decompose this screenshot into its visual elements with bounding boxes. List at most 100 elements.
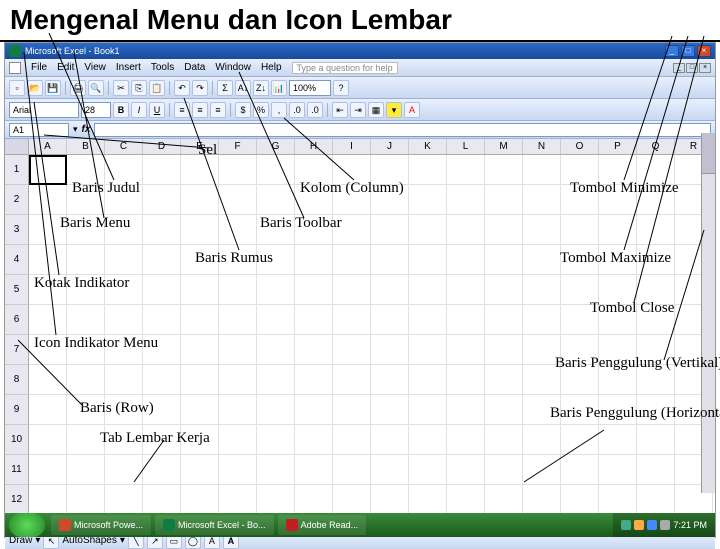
menubar: File Edit View Insert Tools Data Window … <box>5 59 715 77</box>
row-header[interactable]: 4 <box>5 245 29 275</box>
anno-minimize: Tombol Minimize <box>570 180 679 197</box>
preview-icon[interactable]: 🔍 <box>88 80 104 96</box>
col-header[interactable]: N <box>523 139 561 154</box>
formula-input[interactable] <box>94 123 711 137</box>
align-left-icon[interactable]: ≡ <box>174 102 190 118</box>
cell-active[interactable] <box>29 155 67 185</box>
row-header[interactable]: 7 <box>5 335 29 365</box>
name-box[interactable]: A1 <box>9 123 69 137</box>
col-header[interactable]: J <box>371 139 409 154</box>
menu-window[interactable]: Window <box>215 62 251 73</box>
help-search[interactable]: Type a question for help <box>292 62 398 74</box>
col-header[interactable]: K <box>409 139 447 154</box>
col-header[interactable]: A <box>29 139 67 154</box>
col-header[interactable]: L <box>447 139 485 154</box>
row-header[interactable]: 5 <box>5 275 29 305</box>
percent-icon[interactable]: % <box>253 102 269 118</box>
menu-view[interactable]: View <box>84 62 106 73</box>
col-header[interactable]: I <box>333 139 371 154</box>
row-header[interactable]: 9 <box>5 395 29 425</box>
col-header[interactable]: F <box>219 139 257 154</box>
help-icon[interactable]: ? <box>333 80 349 96</box>
mdi-minimize[interactable]: _ <box>673 63 685 73</box>
font-combo[interactable]: Arial <box>9 102 79 118</box>
column-headers: A B C D E F G H I J K L M N O P Q R <box>5 139 715 155</box>
maximize-button[interactable]: □ <box>681 45 695 57</box>
font-color-icon[interactable]: A <box>404 102 420 118</box>
minimize-button[interactable]: _ <box>665 45 679 57</box>
row-header[interactable]: 8 <box>5 365 29 395</box>
sum-icon[interactable]: Σ <box>217 80 233 96</box>
decimal-dec-icon[interactable]: .0 <box>307 102 323 118</box>
italic-icon[interactable]: I <box>131 102 147 118</box>
open-icon[interactable]: 📂 <box>27 80 43 96</box>
copy-icon[interactable]: ⎘ <box>131 80 147 96</box>
row-header[interactable]: 3 <box>5 215 29 245</box>
indent-inc-icon[interactable]: ⇥ <box>350 102 366 118</box>
col-header[interactable]: Q <box>637 139 675 154</box>
menu-data[interactable]: Data <box>184 62 205 73</box>
cancel-icon[interactable]: ▾ <box>73 124 78 135</box>
task-item[interactable]: Microsoft Excel - Bo... <box>155 515 274 535</box>
anno-baris-judul: Baris Judul <box>72 180 140 197</box>
redo-icon[interactable]: ↷ <box>192 80 208 96</box>
menu-file[interactable]: File <box>31 62 47 73</box>
bold-icon[interactable]: B <box>113 102 129 118</box>
col-header[interactable]: O <box>561 139 599 154</box>
indent-dec-icon[interactable]: ⇤ <box>332 102 348 118</box>
comma-icon[interactable]: , <box>271 102 287 118</box>
align-center-icon[interactable]: ≡ <box>192 102 208 118</box>
row-header[interactable]: 1 <box>5 155 29 185</box>
sort-desc-icon[interactable]: Z↓ <box>253 80 269 96</box>
fill-color-icon[interactable]: ▾ <box>386 102 402 118</box>
row-header[interactable]: 12 <box>5 485 29 515</box>
row-header[interactable]: 6 <box>5 305 29 335</box>
task-item[interactable]: Microsoft Powe... <box>51 515 151 535</box>
start-button[interactable] <box>9 513 45 537</box>
col-header[interactable]: G <box>257 139 295 154</box>
mdi-close[interactable]: × <box>699 63 711 73</box>
menu-edit[interactable]: Edit <box>57 62 74 73</box>
row-header[interactable]: 2 <box>5 185 29 215</box>
task-item[interactable]: Adobe Read... <box>278 515 367 535</box>
currency-icon[interactable]: $ <box>235 102 251 118</box>
underline-icon[interactable]: U <box>149 102 165 118</box>
anno-baris-menu: Baris Menu <box>60 215 130 232</box>
row-header[interactable]: 10 <box>5 425 29 455</box>
menu-insert[interactable]: Insert <box>116 62 141 73</box>
paste-icon[interactable]: 📋 <box>149 80 165 96</box>
sort-asc-icon[interactable]: A↓ <box>235 80 251 96</box>
undo-icon[interactable]: ↶ <box>174 80 190 96</box>
save-icon[interactable]: 💾 <box>45 80 61 96</box>
border-icon[interactable]: ▦ <box>368 102 384 118</box>
vertical-scrollbar[interactable] <box>701 133 715 493</box>
print-icon[interactable]: 🖨 <box>70 80 86 96</box>
new-icon[interactable]: ▫ <box>9 80 25 96</box>
menu-help[interactable]: Help <box>261 62 282 73</box>
anno-penggulung-v: Baris Penggulung (Vertikal) <box>555 355 720 372</box>
col-header[interactable]: M <box>485 139 523 154</box>
col-header[interactable]: B <box>67 139 105 154</box>
system-tray[interactable]: 7:21 PM <box>613 513 715 537</box>
zoom-combo[interactable]: 100% <box>289 80 331 96</box>
chart-icon[interactable]: 📊 <box>271 80 287 96</box>
row-header[interactable]: 11 <box>5 455 29 485</box>
fx-icon[interactable]: fx <box>82 124 91 135</box>
col-header[interactable]: D <box>143 139 181 154</box>
anno-tab-lembar: Tab Lembar Kerja <box>100 430 210 447</box>
align-right-icon[interactable]: ≡ <box>210 102 226 118</box>
cut-icon[interactable]: ✂ <box>113 80 129 96</box>
col-header[interactable]: H <box>295 139 333 154</box>
col-header[interactable]: P <box>599 139 637 154</box>
taskbar: Microsoft Powe... Microsoft Excel - Bo..… <box>5 513 715 537</box>
col-header[interactable]: C <box>105 139 143 154</box>
menu-tools[interactable]: Tools <box>151 62 174 73</box>
fontsize-combo[interactable]: 28 <box>81 102 111 118</box>
formula-bar: A1 ▾ fx <box>5 121 715 139</box>
close-button[interactable]: × <box>697 45 711 57</box>
mdi-restore[interactable]: □ <box>686 63 698 73</box>
window-title: Microsoft Excel - Book1 <box>25 46 120 56</box>
anno-baris-row: Baris (Row) <box>80 400 154 417</box>
decimal-inc-icon[interactable]: .0 <box>289 102 305 118</box>
select-all-corner[interactable] <box>5 139 29 154</box>
